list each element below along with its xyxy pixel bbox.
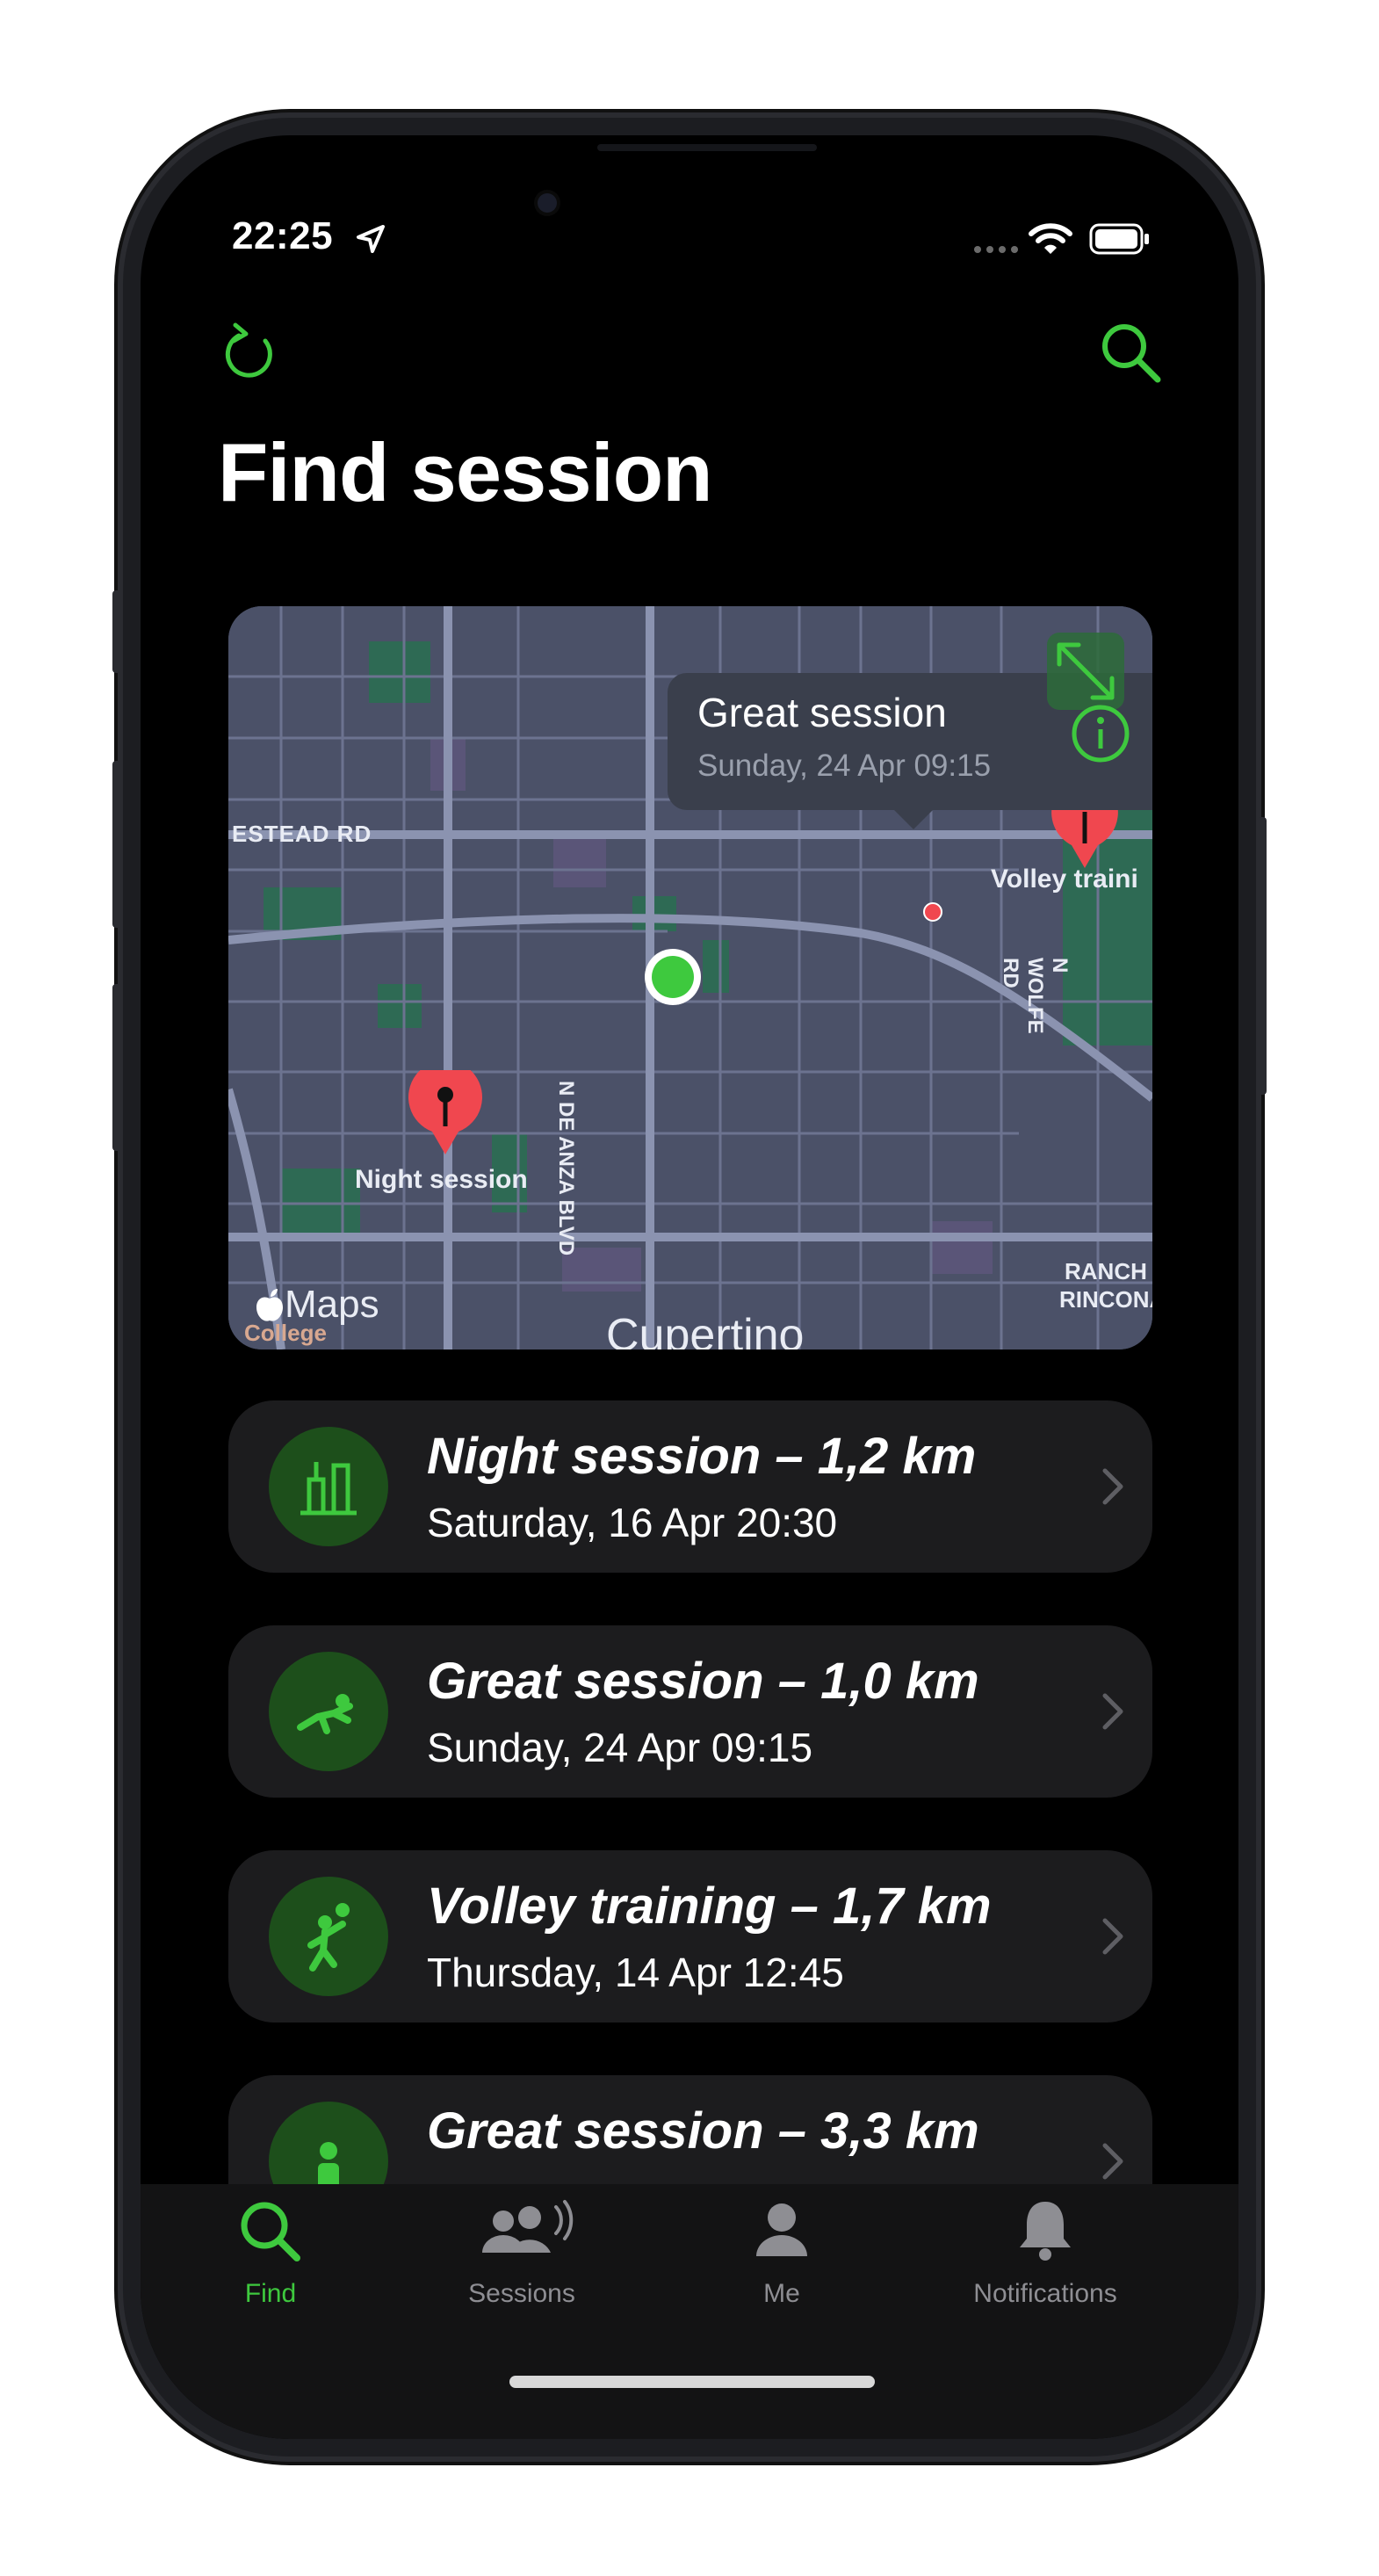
tab-me[interactable]: Me [650,2184,913,2316]
user-location-dot [645,949,701,1005]
street-label-rancho-1: RANCH [1065,1258,1147,1284]
callout-subtitle: Sunday, 24 Apr 09:15 [697,749,992,783]
signal-dots-icon [974,246,1018,253]
apple-logo-icon [256,1289,283,1321]
refresh-icon[interactable] [216,318,286,388]
chevron-right-icon [1102,1468,1123,1505]
page-title: Find session [218,426,713,518]
street-label-wolfe: N WOLFE RD [999,958,1072,1034]
speaker [597,144,817,151]
tab-label: Me [763,2279,800,2308]
tab-label: Find [244,2279,297,2308]
mute-switch [112,590,121,673]
tab-bar: Find Sessions Me Notifications [141,2184,1238,2439]
person-icon [756,2203,807,2256]
search-icon [241,2202,300,2261]
tab-label: Notifications [973,2279,1117,2308]
session-title: Night session – 1,2 km [427,1428,977,1485]
session-card[interactable]: Volley training – 1,7 km Thursday, 14 Ap… [228,1850,1152,2022]
callout-title: Great session [697,690,947,735]
bars-icon [300,1462,357,1516]
info-icon[interactable] [1070,703,1131,764]
session-title: Volley training – 1,7 km [427,1878,992,1935]
street-label-de-anza: N DE ANZA BLVD [554,1081,578,1256]
session-date: Thursday, 14 Apr 12:45 [427,1950,844,1995]
location-arrow-icon [357,225,385,253]
street-label-rancho-2: RINCONA [1059,1286,1152,1313]
battery-icon [1089,223,1149,255]
search-icon[interactable] [1098,320,1165,387]
tab-find[interactable]: Find [141,2184,401,2316]
chevron-right-icon [1102,1918,1123,1955]
street-label-homestead: ESTEAD RD [232,821,372,847]
session-icon-bg [269,1427,388,1546]
session-card[interactable]: Great session – 1,0 km Sunday, 24 Apr 09… [228,1625,1152,1798]
front-camera [538,193,557,213]
pin-icon-night[interactable] [406,1070,485,1158]
session-date: Saturday, 16 Apr 20:30 [427,1500,838,1545]
expand-map-icon[interactable] [1047,633,1124,710]
diving-player-icon [297,1694,353,1734]
tab-sessions[interactable]: Sessions [390,2184,653,2316]
chevron-right-icon [1102,2143,1123,2180]
volume-up-button [112,761,121,928]
volleyball-player-icon [307,1903,350,1972]
session-icon-bg [269,1877,388,1996]
tab-label: Sessions [468,2279,575,2308]
session-card[interactable]: Night session – 1,2 km Saturday, 16 Apr … [228,1400,1152,1573]
maps-attribution[interactable]: Maps [285,1283,379,1327]
map-dot-marker[interactable] [922,901,943,923]
screen: 22:25 Find session ESTEAD RD N DE ANZA B… [141,135,1238,2439]
power-button [1258,817,1267,1095]
status-time: 22:25 [232,214,334,257]
session-title: Great session – 3,3 km [427,2102,979,2160]
home-indicator[interactable] [509,2376,875,2388]
chevron-right-icon [1102,1693,1123,1730]
session-title: Great session – 1,0 km [427,1653,979,1710]
callout-tail [894,810,933,829]
session-date: Sunday, 24 Apr 09:15 [427,1725,813,1770]
wifi-icon [1029,223,1072,254]
pin-icon-volley[interactable] [1045,801,1124,872]
map-view[interactable]: ESTEAD RD N DE ANZA BLVD N WOLFE RD RANC… [228,606,1152,1350]
city-label: Cupertino [606,1310,805,1350]
bell-icon [1020,2202,1071,2261]
pin-label-night: Night session [355,1165,528,1194]
tab-notifications[interactable]: Notifications [913,2184,1177,2316]
pin-label-volley: Volley traini [991,865,1138,894]
volume-down-button [112,984,121,1151]
group-icon [482,2200,574,2253]
session-icon-bg [269,1652,388,1771]
